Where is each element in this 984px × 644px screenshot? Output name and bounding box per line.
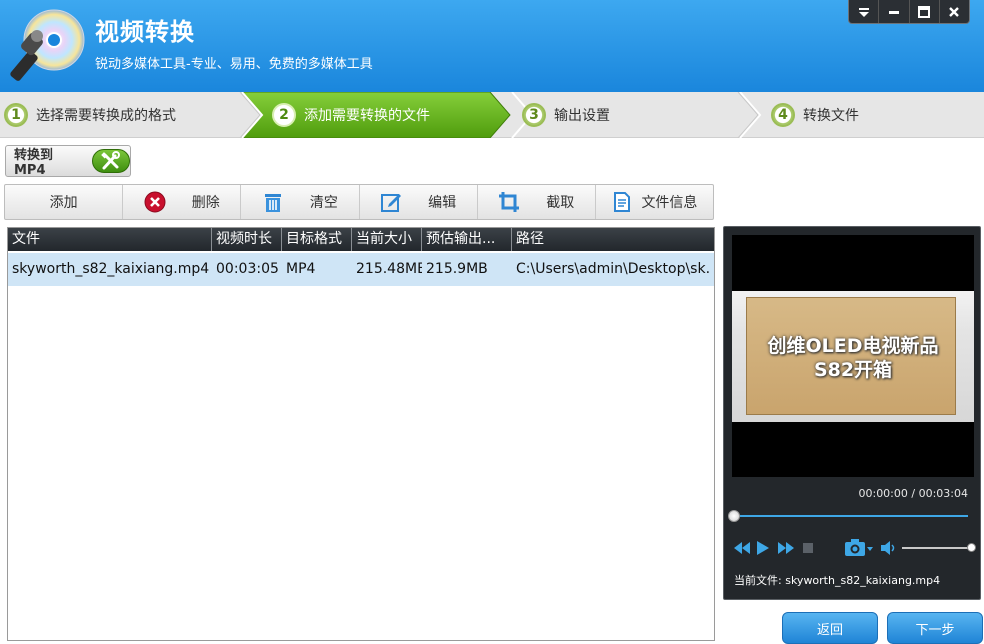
back-button[interactable]: 返回 — [782, 612, 878, 644]
column-header-target-format[interactable]: 目标格式 — [282, 228, 352, 251]
volume-slider[interactable] — [902, 547, 970, 549]
step-3-label: 输出设置 — [554, 108, 610, 124]
step-1-number: 1 — [4, 103, 28, 127]
step-3-number: 3 — [522, 103, 546, 127]
app-subtitle: 锐动多媒体工具-专业、易用、免费的多媒体工具 — [95, 57, 373, 72]
crop-button[interactable]: 截取 — [476, 185, 595, 219]
step-4-number: 4 — [771, 103, 795, 127]
video-overlay-line1: 创维OLED电视新品 — [767, 335, 939, 357]
delete-icon — [144, 191, 166, 213]
column-header-file[interactable]: 文件 — [8, 228, 212, 251]
delete-label: 删除 — [191, 195, 220, 211]
file-info-button[interactable]: 文件信息 — [594, 185, 713, 219]
video-overlay-line2: S82开箱 — [813, 359, 893, 381]
step-2-label: 添加需要转换的文件 — [304, 108, 430, 124]
seek-handle[interactable] — [728, 510, 740, 522]
next-button[interactable]: 下一步 — [887, 612, 983, 644]
play-icon[interactable] — [756, 537, 770, 559]
column-header-current-size[interactable]: 当前大小 — [352, 228, 422, 251]
step-wizard: 1 选择需要转换成的格式 2 添加需要转换的文件 3 输出设置 4 转换文件 — [0, 92, 984, 138]
step-2[interactable]: 2 添加需要转换的文件 — [272, 92, 430, 138]
cell-file: skyworth_s82_kaixiang.mp4 — [12, 261, 210, 277]
snapshot-camera-icon[interactable] — [844, 537, 874, 559]
cell-target-format: MP4 — [286, 261, 316, 277]
fast-forward-icon[interactable] — [778, 537, 794, 559]
column-header-path[interactable]: 路径 — [512, 228, 712, 251]
current-file-info: 当前文件: skyworth_s82_kaixiang.mp4 — [734, 572, 940, 588]
window-controls — [848, 0, 970, 24]
column-header-estimated-output[interactable]: 预估输出... — [422, 228, 512, 251]
menu-icon[interactable] — [849, 0, 878, 23]
maximize-icon[interactable] — [908, 0, 939, 23]
step-2-number: 2 — [272, 103, 296, 127]
app-header: 视频转换 锐动多媒体工具-专业、易用、免费的多媒体工具 — [0, 0, 984, 92]
trash-icon — [262, 191, 284, 213]
video-frame: 创维OLED电视新品 S82开箱 — [732, 291, 974, 422]
file-toolbar: 添加 删除 清空 编辑 截取 文件信息 — [4, 184, 714, 220]
file-info-label: 文件信息 — [641, 195, 698, 211]
stop-icon[interactable] — [802, 537, 814, 559]
video-display[interactable]: 创维OLED电视新品 S82开箱 — [732, 235, 974, 477]
step-1-label: 选择需要转换成的格式 — [36, 108, 176, 124]
edit-icon — [380, 191, 402, 213]
rewind-icon[interactable] — [734, 537, 750, 559]
seek-bar[interactable] — [732, 515, 968, 517]
time-readout: 00:00:00 / 00:03:04 — [858, 487, 968, 500]
minimize-icon[interactable] — [878, 0, 908, 23]
clear-button[interactable]: 清空 — [240, 185, 358, 219]
cell-path: C:\Users\admin\Desktop\sk... — [516, 261, 710, 277]
volume-icon[interactable] — [881, 537, 897, 559]
delete-button[interactable]: 删除 — [122, 185, 240, 219]
close-icon[interactable] — [938, 0, 969, 23]
convert-to-format-button[interactable]: 转换到 MP4 — [5, 145, 131, 178]
crop-label: 截取 — [546, 195, 575, 211]
edit-button[interactable]: 编辑 — [358, 185, 477, 219]
add-button[interactable]: 添加 — [5, 185, 122, 219]
file-info-icon — [611, 191, 633, 213]
edit-label: 编辑 — [428, 195, 457, 211]
step-4-label: 转换文件 — [803, 108, 859, 124]
step-3[interactable]: 3 输出设置 — [522, 92, 610, 138]
convert-to-label: 转换到 MP4 — [14, 148, 54, 178]
current-file-name: skyworth_s82_kaixiang.mp4 — [785, 574, 941, 587]
step-4[interactable]: 4 转换文件 — [771, 92, 859, 138]
video-preview-panel: 创维OLED电视新品 S82开箱 00:00:00 / 00:03:04 当前文… — [723, 226, 981, 600]
app-title: 视频转换 — [95, 18, 195, 46]
cell-current-size: 215.48MB — [356, 261, 422, 277]
add-label: 添加 — [49, 195, 78, 211]
cell-duration: 00:03:05 — [216, 261, 279, 277]
step-1[interactable]: 1 选择需要转换成的格式 — [4, 92, 176, 138]
table-header: 文件 视频时长 目标格式 当前大小 预估输出... 路径 — [8, 228, 714, 251]
tools-icon — [91, 149, 130, 173]
current-file-label: 当前文件: — [734, 574, 782, 587]
clear-label: 清空 — [309, 195, 338, 211]
crop-icon — [498, 191, 520, 213]
column-header-duration[interactable]: 视频时长 — [212, 228, 282, 251]
volume-handle[interactable] — [967, 543, 976, 552]
app-logo-icon — [10, 6, 86, 82]
table-row[interactable]: skyworth_s82_kaixiang.mp4 00:03:05 MP4 2… — [8, 253, 714, 286]
cell-estimated-output: 215.9MB — [426, 261, 488, 277]
file-table: 文件 视频时长 目标格式 当前大小 预估输出... 路径 skyworth_s8… — [7, 227, 715, 641]
